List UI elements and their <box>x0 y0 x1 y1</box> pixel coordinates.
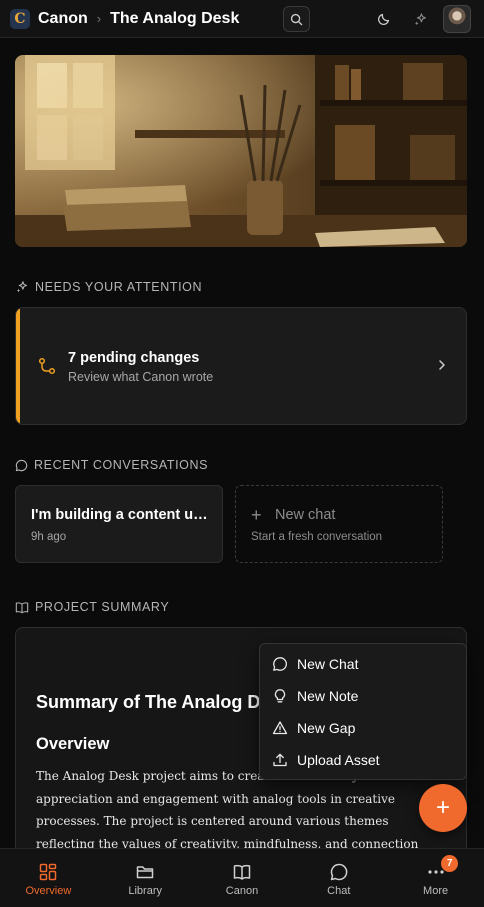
conversation-card[interactable]: I'm building a content un... 9h ago <box>15 485 223 563</box>
nav-item-canon[interactable]: Canon <box>194 849 291 907</box>
search-icon <box>290 13 303 25</box>
chat-bubble-icon <box>15 459 28 471</box>
new-chat-title: New chat <box>275 507 336 523</box>
folder-icon <box>136 866 154 879</box>
grid-icon <box>40 863 57 881</box>
plus-icon: + <box>251 505 262 525</box>
conversations-heading-label: RECENT CONVERSATIONS <box>34 458 209 472</box>
git-branch-icon <box>38 357 56 375</box>
pending-changes-title: 7 pending changes <box>68 350 200 366</box>
conversation-time: 9h ago <box>31 531 67 543</box>
plus-icon: + <box>435 794 450 821</box>
create-fab-button[interactable]: + <box>419 784 467 832</box>
summary-title: Summary of The Analog De <box>36 692 271 712</box>
new-chat-subtitle: Start a fresh conversation <box>251 531 383 543</box>
pending-changes-subtitle: Review what Canon wrote <box>68 370 214 384</box>
sparkle-icon <box>414 12 426 25</box>
logo-letter: C <box>14 10 26 27</box>
menu-item-upload-asset[interactable]: Upload Asset <box>260 744 466 776</box>
upload-icon <box>273 753 287 767</box>
top-header: C Canon › The Analog Desk <box>0 0 484 38</box>
project-title[interactable]: The Analog Desk <box>110 10 239 28</box>
brand-name[interactable]: Canon <box>38 10 88 28</box>
menu-item-label: New Note <box>297 688 359 704</box>
chat-icon <box>330 863 348 881</box>
hero-image <box>15 55 467 247</box>
hero-illustration-analog-desk <box>15 55 467 247</box>
nav-item-overview[interactable]: Overview <box>0 849 97 907</box>
menu-item-label: Upload Asset <box>297 752 380 768</box>
theme-toggle-button[interactable] <box>374 9 394 29</box>
bottom-navigation: Overview Library Canon Chat More 7 <box>0 848 484 907</box>
new-chat-card[interactable]: + New chat Start a fresh conversation <box>235 485 443 563</box>
nav-label: Library <box>128 885 162 897</box>
search-button[interactable] <box>283 6 310 32</box>
menu-item-new-note[interactable]: New Note <box>260 680 466 712</box>
summary-heading-label: PROJECT SUMMARY <box>35 600 170 614</box>
open-book-icon <box>15 601 29 613</box>
ai-sparkle-button[interactable] <box>410 9 430 29</box>
conversation-title: I'm building a content un... <box>31 507 213 523</box>
menu-item-label: New Chat <box>297 656 359 672</box>
lightbulb-icon <box>274 689 286 703</box>
quick-create-menu: New Chat New Note New Gap Upload Asset <box>259 643 467 780</box>
summary-section-heading: PROJECT SUMMARY <box>15 600 169 614</box>
user-avatar[interactable] <box>443 5 471 33</box>
nav-label: Chat <box>327 885 351 897</box>
chat-bubble-icon <box>273 657 287 671</box>
sparkles-icon <box>16 281 28 293</box>
warning-stripe <box>16 308 20 424</box>
moon-icon <box>377 13 390 26</box>
book-icon <box>233 864 251 880</box>
menu-item-label: New Gap <box>297 720 356 736</box>
chevron-right-icon <box>439 360 445 370</box>
menu-item-new-chat[interactable]: New Chat <box>260 648 466 680</box>
canon-logo[interactable]: C <box>10 8 30 29</box>
attention-heading-label: NEEDS YOUR ATTENTION <box>35 280 203 294</box>
nav-label: Overview <box>25 885 72 897</box>
menu-item-new-gap[interactable]: New Gap <box>260 712 466 744</box>
nav-label: More <box>423 885 449 897</box>
breadcrumb-separator: › <box>96 11 102 26</box>
nav-item-chat[interactable]: Chat <box>290 849 387 907</box>
nav-label: Canon <box>225 885 259 897</box>
nav-item-library[interactable]: Library <box>97 849 194 907</box>
pending-changes-card[interactable]: 7 pending changes Review what Canon wrot… <box>15 307 467 425</box>
nav-item-more[interactable]: More 7 <box>387 849 484 907</box>
warning-triangle-icon <box>272 721 288 735</box>
overview-heading: Overview <box>36 735 110 753</box>
notification-badge: 7 <box>441 855 459 872</box>
attention-section-heading: NEEDS YOUR ATTENTION <box>15 280 202 294</box>
conversations-section-heading: RECENT CONVERSATIONS <box>15 458 208 472</box>
